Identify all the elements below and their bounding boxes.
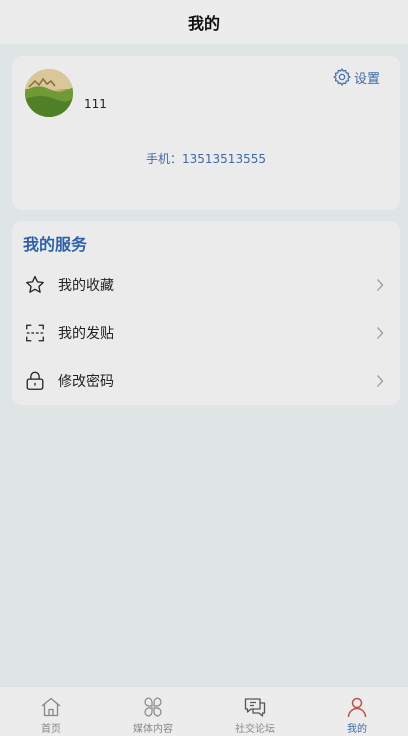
scan-icon [26, 324, 44, 342]
tab-label-home: 首页 [41, 724, 61, 735]
services-title: 我的服务 [23, 235, 88, 254]
person-icon [347, 697, 367, 718]
page-title: 我的 [187, 14, 220, 33]
avatar-image [25, 69, 73, 117]
chevron-right-icon [377, 327, 384, 339]
service-item-favorites[interactable]: 我的收藏 [12, 261, 400, 309]
header-bar: 我的 [0, 0, 408, 44]
tab-forum[interactable]: 社交论坛 [204, 687, 306, 736]
bottom-tab-bar: 首页 媒体内容 社交论坛 我的 [0, 686, 408, 736]
service-label-change-password: 修改密码 [58, 374, 114, 390]
settings-button[interactable]: 设置 [332, 67, 380, 87]
chat-icon [244, 698, 266, 717]
tab-media[interactable]: 媒体内容 [102, 687, 204, 736]
username: 111 [84, 97, 107, 111]
tab-label-forum: 社交论坛 [235, 724, 275, 735]
chevron-right-icon [377, 279, 384, 291]
chevron-right-icon [377, 375, 384, 387]
service-item-change-password[interactable]: 修改密码 [12, 357, 400, 405]
tab-home[interactable]: 首页 [0, 687, 102, 736]
lock-icon [26, 371, 44, 390]
star-icon [26, 275, 44, 293]
settings-label: 设置 [353, 71, 380, 87]
phone-number: 手机：13513513555 [146, 152, 266, 166]
profile-card: 111 设置 手机：13513513555 [12, 56, 400, 210]
tab-mine[interactable]: 我的 [306, 687, 408, 736]
service-label-posts: 我的发贴 [58, 326, 114, 342]
service-item-posts[interactable]: 我的发贴 [12, 309, 400, 357]
tab-label-media: 媒体内容 [133, 724, 173, 735]
tab-label-mine: 我的 [347, 724, 367, 735]
service-label-favorites: 我的收藏 [58, 278, 114, 294]
gear-icon [333, 68, 351, 86]
services-card: 我的服务 我的收藏 我的发贴 修改密码 [12, 221, 400, 405]
home-icon [41, 697, 61, 717]
grid-icon [144, 697, 162, 717]
avatar[interactable] [25, 69, 73, 117]
